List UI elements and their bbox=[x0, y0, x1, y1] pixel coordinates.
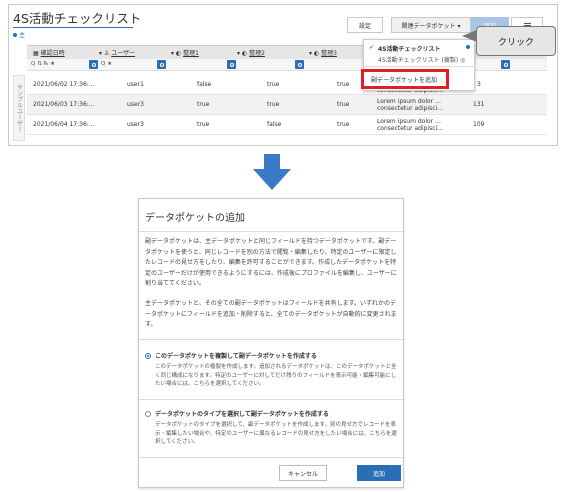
add-datapocket-dialog: データポケットの追加 副データポケットは、主データポケットと同じフィールドを持つ… bbox=[138, 198, 404, 488]
dialog-description: 副データポケットは、主データポケットと同じフィールドを持つデータポケットです。副… bbox=[145, 238, 397, 287]
column-header-user[interactable]: ▾ ♙ ユーザー bbox=[99, 48, 135, 57]
dialog-divider bbox=[139, 399, 403, 400]
add-sub-datapocket-menu-item[interactable]: 副データポケットを追加 bbox=[361, 69, 449, 89]
cell-number: 109 bbox=[473, 121, 485, 128]
gear-icon[interactable] bbox=[501, 60, 510, 69]
gear-icon[interactable] bbox=[157, 60, 166, 69]
option-duplicate-description: このデータポケットの複製を作成します。追加されるデータポケットは、このデータポケ… bbox=[155, 364, 397, 387]
dropdown-divider bbox=[364, 66, 476, 67]
dropdown-item-main[interactable]: 4S活動チェックリスト bbox=[378, 44, 441, 53]
option-select-type-description: データポケットのタイプを選択して、副データポケットを作成します。別の見せ方でレコ… bbox=[155, 422, 397, 445]
click-callout: クリック bbox=[476, 26, 556, 56]
cell-seiri2: false bbox=[267, 121, 282, 128]
add-button[interactable]: 追加 bbox=[357, 465, 401, 481]
cell-number: 131 bbox=[473, 101, 485, 108]
datapocket-list-panel: 4S活動チェックリスト 主 設定 関連データポケット ▾ 追加 ▦ 確認日時 ▾… bbox=[8, 4, 558, 146]
option-select-type-label: データポケットのタイプを選択して副データポケットを作成する bbox=[155, 411, 329, 418]
cell-seiri3: true bbox=[337, 81, 350, 88]
filter-user[interactable]: Q ★ bbox=[101, 61, 112, 67]
cell-seiri3: true bbox=[337, 101, 350, 108]
cell-date: 2021/06/02 17:36:… bbox=[33, 81, 95, 88]
down-arrow-icon bbox=[253, 154, 291, 190]
gear-icon[interactable] bbox=[89, 60, 98, 69]
cell-lorem: Lorem ipsum dolor … consectetur adipisci… bbox=[377, 98, 444, 112]
cell-seiri1: true bbox=[197, 121, 210, 128]
dialog-divider bbox=[139, 339, 403, 340]
cell-seiri1: false bbox=[197, 81, 212, 88]
column-header-seiri3[interactable]: ▾ ◐ 整理3 bbox=[309, 48, 337, 57]
dropdown-item-copy[interactable]: 4S活動チェックリスト (複製) ◎ bbox=[378, 55, 465, 64]
main-pocket-label: 主 bbox=[13, 30, 25, 39]
cell-lorem: Lorem ipsum dolor … consectetur adipisci… bbox=[377, 118, 444, 132]
callout-pointer bbox=[462, 30, 477, 42]
cell-seiri1: true bbox=[197, 101, 210, 108]
cell-user: user3 bbox=[127, 121, 144, 128]
filter-date[interactable]: Q ⇅ ℞ ★ bbox=[31, 61, 55, 67]
gear-icon[interactable] bbox=[227, 60, 236, 69]
table-row[interactable]: 2021/06/04 17:36:… user3 true false true… bbox=[27, 115, 547, 135]
side-user-label: サンプルユーザー bbox=[13, 75, 25, 141]
related-datapocket-button[interactable]: 関連データポケット ▾ bbox=[391, 17, 471, 33]
option-duplicate-label: このデータポケットを複製して副データポケットを作成する bbox=[155, 353, 317, 360]
title-underline bbox=[13, 27, 133, 28]
column-header-date[interactable]: ▦ 確認日時 bbox=[33, 48, 65, 57]
active-dot-icon bbox=[466, 45, 470, 49]
gear-icon[interactable] bbox=[295, 60, 304, 69]
cell-user: user1 bbox=[127, 81, 144, 88]
cell-seiri2: true bbox=[267, 81, 280, 88]
option-duplicate[interactable]: このデータポケットを複製して副データポケットを作成する bbox=[145, 351, 317, 360]
dialog-divider bbox=[139, 457, 403, 458]
cell-number: 3 bbox=[477, 81, 481, 88]
main-dot-icon bbox=[13, 33, 17, 37]
cancel-button[interactable]: キャンセル bbox=[279, 465, 327, 481]
dialog-note: 主データポケットと、その全ての副データポケットはフィールドを共有します。いずれか… bbox=[145, 300, 397, 328]
settings-button[interactable]: 設定 bbox=[347, 17, 383, 33]
main-label-text: 主 bbox=[19, 32, 26, 39]
dialog-divider bbox=[139, 231, 403, 232]
option-select-type[interactable]: データポケットのタイプを選択して副データポケットを作成する bbox=[145, 409, 329, 418]
table-row[interactable]: 2021/06/03 17:36:… user3 true true true … bbox=[27, 95, 547, 115]
column-header-seiri2[interactable]: ▾ ◐ 整理2 bbox=[237, 48, 265, 57]
cell-date: 2021/06/03 17:36:… bbox=[33, 101, 95, 108]
column-header-seiri1[interactable]: ▾ ◐ 整理1 bbox=[171, 48, 199, 57]
cell-seiri3: true bbox=[337, 121, 350, 128]
related-datapocket-dropdown: ✓ 4S活動チェックリスト 4S活動チェックリスト (複製) ◎ 副データポケッ… bbox=[361, 39, 476, 91]
cell-date: 2021/06/04 17:36:… bbox=[33, 121, 95, 128]
cell-user: user3 bbox=[127, 101, 144, 108]
radio-selected-icon[interactable] bbox=[145, 352, 151, 359]
radio-unselected-icon[interactable] bbox=[145, 410, 151, 417]
dialog-title: データポケットの追加 bbox=[145, 213, 245, 224]
cell-seiri2: true bbox=[267, 101, 280, 108]
check-icon: ✓ bbox=[369, 44, 375, 51]
page-title: 4S活動チェックリスト bbox=[13, 11, 142, 26]
